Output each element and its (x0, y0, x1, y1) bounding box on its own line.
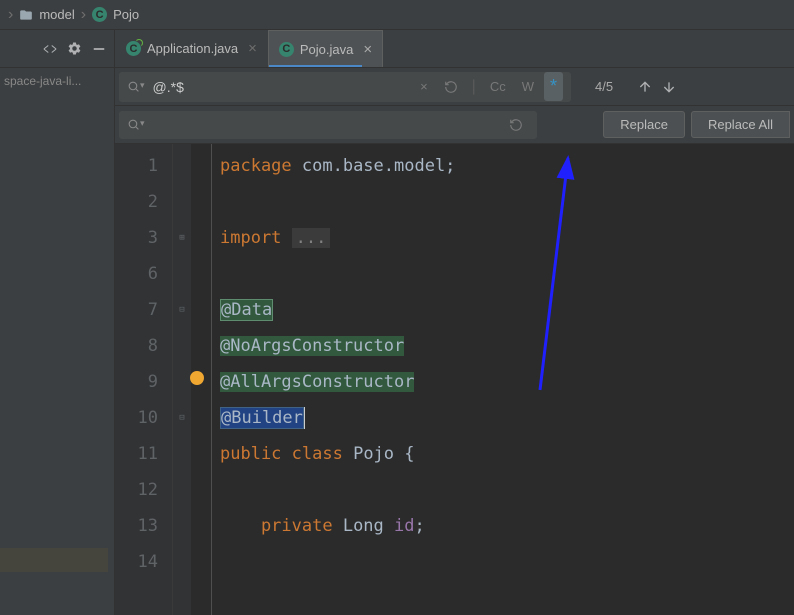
clear-icon[interactable]: × (414, 75, 434, 98)
class-icon: C (92, 7, 107, 22)
tab-label: Pojo.java (300, 42, 353, 57)
tab-application[interactable]: C Application.java × (115, 30, 268, 67)
line-number: 2 (119, 184, 158, 220)
replace-field[interactable]: ▾ (119, 111, 537, 139)
class-icon: C (279, 42, 294, 57)
find-input[interactable] (153, 79, 407, 95)
tab-pojo[interactable]: C Pojo.java × (268, 30, 383, 67)
tab-label: Application.java (147, 41, 238, 56)
history-icon[interactable] (503, 114, 529, 136)
breadcrumb-label: Pojo (113, 7, 139, 22)
replace-input[interactable] (145, 117, 503, 133)
fold-gutter: ⊞ ⊟ ⊟ (173, 144, 191, 615)
sidebar-selection (0, 548, 108, 572)
line-number: 7 (119, 292, 158, 328)
minimize-icon[interactable] (92, 42, 106, 56)
replace-all-button[interactable]: Replace All (691, 111, 790, 138)
code-editor[interactable]: 1 2 3 6 7 8 9 10 11 12 13 14 ⊞ ⊟ ⊟ packa… (115, 144, 794, 615)
fold-expand-icon[interactable]: ⊞ (173, 220, 191, 256)
close-icon[interactable]: × (363, 41, 372, 58)
line-number: 10 (119, 400, 158, 436)
match-case-toggle[interactable]: Cc (484, 75, 512, 98)
history-icon[interactable] (438, 76, 464, 98)
search-icon[interactable]: ▾ (127, 118, 145, 131)
match-word-toggle[interactable]: W (516, 75, 540, 98)
line-gutter: 1 2 3 6 7 8 9 10 11 12 13 14 (115, 144, 173, 615)
left-toolbar (0, 30, 115, 67)
regex-toggle[interactable]: * (544, 72, 563, 101)
find-bar: ▾ × | Cc W * 4/5 (115, 68, 794, 106)
line-number: 9 (119, 364, 158, 400)
next-match-icon[interactable] (657, 75, 681, 99)
line-number: 8 (119, 328, 158, 364)
breadcrumb-item-model[interactable]: model (19, 7, 74, 22)
fold-collapse-icon[interactable]: ⊟ (173, 292, 191, 328)
match-current: @Builder (220, 407, 304, 429)
class-icon: C (126, 41, 141, 56)
line-number: 3 (119, 220, 158, 256)
match-highlight: @Data (220, 299, 273, 321)
sidebar-item-label[interactable]: space-java-li... (4, 74, 110, 88)
line-number: 13 (119, 508, 158, 544)
search-icon[interactable]: ▾ (127, 80, 145, 93)
breadcrumb-chevron-icon: › (81, 6, 86, 24)
match-count: 4/5 (575, 79, 633, 94)
gear-icon[interactable] (67, 41, 82, 56)
lightbulb-icon[interactable] (190, 371, 204, 385)
line-number: 11 (119, 436, 158, 472)
breadcrumb-chevron-icon: › (8, 6, 13, 24)
line-number: 12 (119, 472, 158, 508)
fold-placeholder[interactable]: ... (292, 228, 331, 248)
breadcrumb-label: model (39, 7, 74, 22)
breadcrumb: › model › C Pojo (0, 0, 794, 30)
close-icon[interactable]: × (248, 40, 257, 57)
code-text[interactable]: package com.base.model; import ... @Data… (211, 144, 794, 615)
line-number: 14 (119, 544, 158, 580)
line-number: 6 (119, 256, 158, 292)
match-highlight: @AllArgsConstructor (220, 372, 414, 392)
replace-bar: ▾ Replace Replace All (115, 106, 794, 144)
editor-tabs: C Application.java × C Pojo.java × (115, 30, 383, 67)
prev-match-icon[interactable] (633, 75, 657, 99)
find-field[interactable]: ▾ × | Cc W * (119, 72, 571, 102)
expand-icon[interactable] (43, 42, 57, 56)
replace-button[interactable]: Replace (603, 111, 685, 138)
breadcrumb-item-pojo[interactable]: C Pojo (92, 7, 139, 22)
fold-collapse-icon[interactable]: ⊟ (173, 400, 191, 436)
project-sidebar: space-java-li... (0, 68, 115, 615)
line-number: 1 (119, 148, 158, 184)
folder-icon (19, 8, 33, 22)
match-highlight: @NoArgsConstructor (220, 336, 404, 356)
